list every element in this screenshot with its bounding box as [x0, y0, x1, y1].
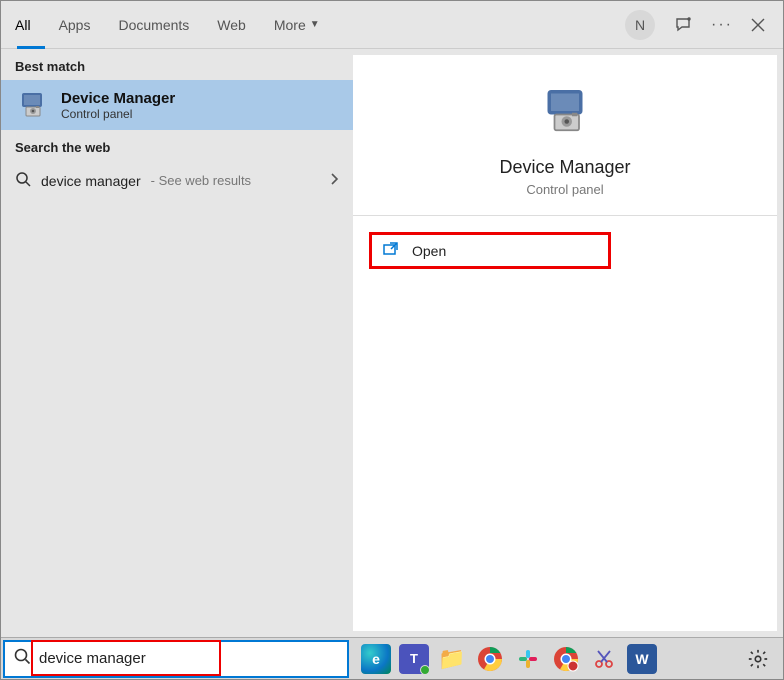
user-avatar[interactable]: N [625, 10, 655, 40]
main-content: Best match Device Manager Control panel [1, 49, 783, 637]
open-label: Open [412, 243, 446, 259]
web-result-suffix: - See web results [151, 173, 251, 188]
best-match-item[interactable]: Device Manager Control panel [1, 80, 353, 130]
tab-more[interactable]: More ▼ [260, 1, 334, 49]
tab-documents[interactable]: Documents [104, 1, 203, 49]
tab-more-label: More [274, 17, 306, 33]
detail-pane: Device Manager Control panel Open [353, 55, 777, 631]
detail-title: Device Manager [499, 157, 630, 178]
tab-web-label: Web [217, 17, 246, 33]
detail-subtitle: Control panel [526, 182, 603, 197]
taskbar-chrome-icon[interactable] [475, 644, 505, 674]
tab-apps[interactable]: Apps [45, 1, 105, 49]
web-header: Search the web [1, 130, 353, 161]
taskbar-slack-icon[interactable] [513, 644, 543, 674]
chevron-right-icon [329, 172, 339, 189]
tab-apps-label: Apps [59, 17, 91, 33]
web-result-query: device manager [41, 173, 141, 189]
results-pane: Best match Device Manager Control panel [1, 49, 353, 637]
device-manager-icon [15, 88, 49, 122]
taskbar-word-icon[interactable]: W [627, 644, 657, 674]
chevron-down-icon: ▼ [310, 19, 320, 30]
web-result-row[interactable]: device manager - See web results [1, 161, 353, 200]
search-input[interactable] [39, 650, 339, 667]
tab-all[interactable]: All [1, 1, 45, 49]
feedback-icon[interactable] [673, 15, 693, 35]
search-icon [13, 647, 31, 670]
taskbar-icons: e T 📁 W [349, 644, 783, 674]
open-action[interactable]: Open [369, 232, 611, 269]
search-icon [15, 171, 31, 190]
taskbar-settings-icon[interactable] [743, 644, 773, 674]
taskbar-snip-icon[interactable] [589, 644, 619, 674]
user-initial: N [635, 17, 645, 33]
close-icon[interactable] [751, 18, 765, 32]
device-manager-icon-large [537, 83, 593, 139]
more-options-icon[interactable]: ··· [711, 16, 733, 34]
search-box[interactable] [3, 640, 349, 678]
detail-header: Device Manager Control panel [353, 55, 777, 216]
taskbar-edge-icon[interactable]: e [361, 644, 391, 674]
tab-all-label: All [15, 17, 31, 33]
search-window: All Apps Documents Web More ▼ N ··· Best… [0, 0, 784, 680]
best-match-title: Device Manager [61, 90, 175, 107]
tab-active-indicator [17, 46, 45, 49]
best-match-subtitle: Control panel [61, 107, 175, 121]
taskbar-file-explorer-icon[interactable]: 📁 [437, 644, 467, 674]
tab-web[interactable]: Web [203, 1, 260, 49]
taskbar-chrome-alt-icon[interactable] [551, 644, 581, 674]
tab-documents-label: Documents [118, 17, 189, 33]
taskbar: e T 📁 W [1, 637, 783, 679]
taskbar-teams-icon[interactable]: T [399, 644, 429, 674]
open-icon [382, 241, 400, 260]
best-match-header: Best match [1, 49, 353, 80]
tab-bar: All Apps Documents Web More ▼ N ··· [1, 1, 783, 49]
